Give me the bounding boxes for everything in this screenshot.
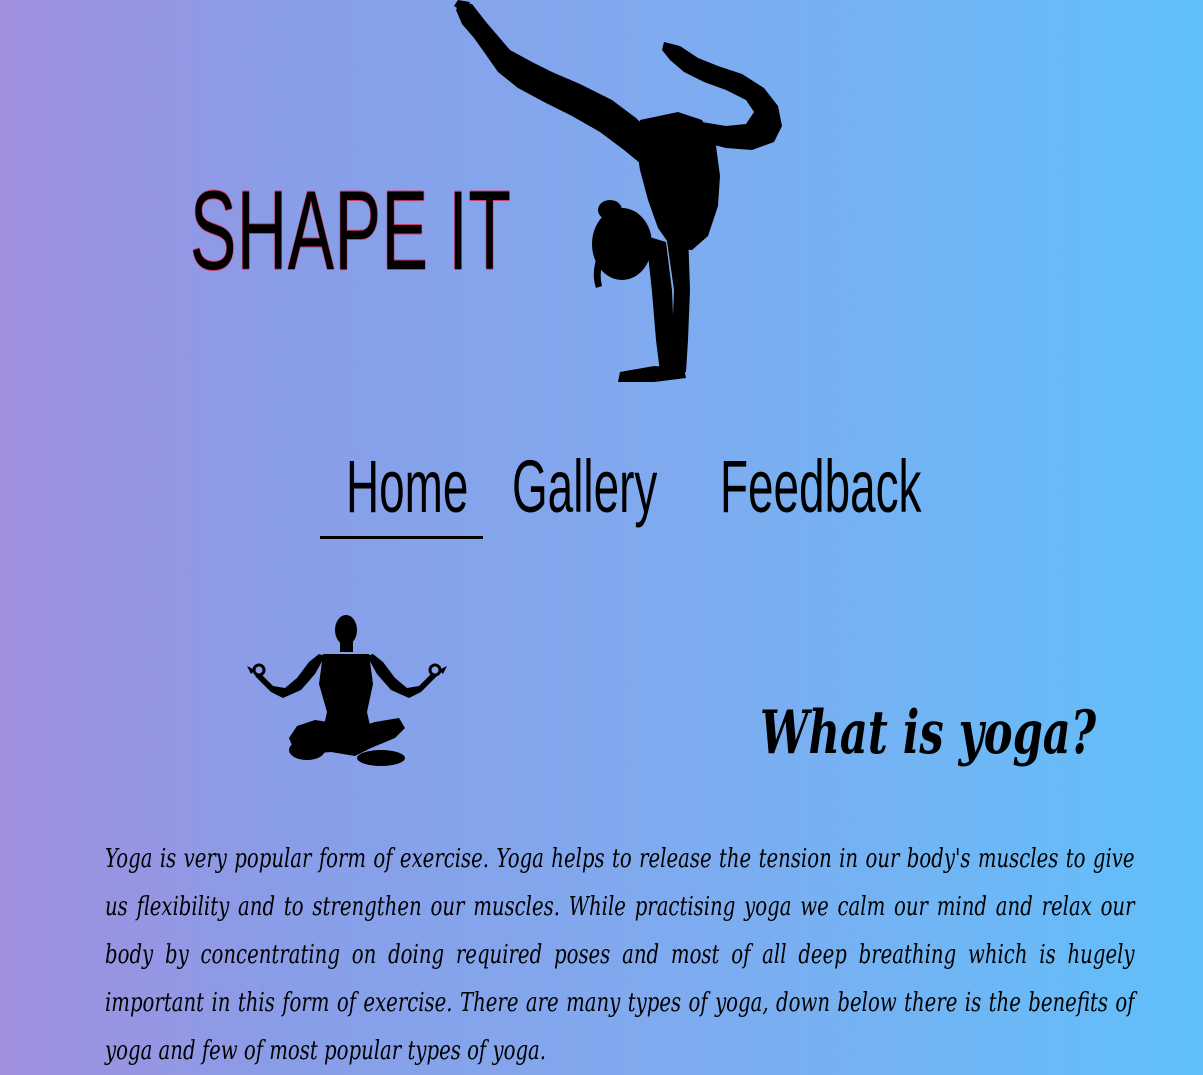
- nav-gallery-link[interactable]: Gallery: [512, 450, 657, 524]
- handstand-yoga-silhouette: [454, 0, 782, 382]
- intro-text-container: Yoga is very popular form of exercise. Y…: [105, 835, 1135, 1075]
- active-nav-underline: [320, 536, 483, 539]
- lotus-meditation-silhouette: [247, 615, 447, 766]
- main-nav: Home Gallery Feedback: [320, 450, 921, 542]
- section-title: What is yoga?: [760, 697, 1097, 768]
- nav-home-link[interactable]: Home: [346, 450, 468, 524]
- nav-feedback-link[interactable]: Feedback: [720, 450, 921, 524]
- intro-paragraph: Yoga is very popular form of exercise. Y…: [105, 844, 1135, 1066]
